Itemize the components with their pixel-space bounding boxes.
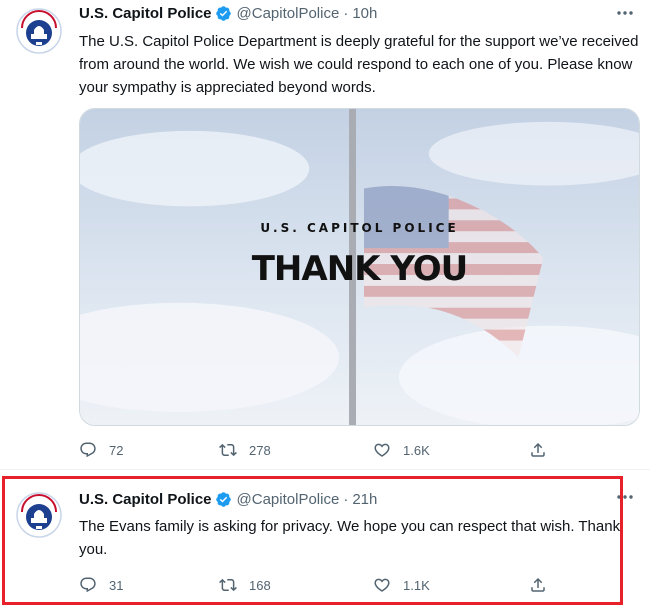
reply-button[interactable]: 72 — [79, 438, 123, 462]
tweet-text: The Evans family is asking for privacy. … — [79, 518, 621, 558]
retweet-count: 168 — [249, 577, 271, 593]
share-icon — [531, 442, 545, 457]
media-kicker-text: U.S. CAPITOL POLICE — [260, 221, 459, 235]
capitol-police-badge-icon — [14, 490, 64, 540]
retweet-icon — [219, 443, 237, 457]
tweet-header: U.S. Capitol Police @CapitolPolice · 21h — [79, 488, 377, 510]
reply-icon — [80, 442, 96, 458]
author-name[interactable]: U.S. Capitol Police — [79, 5, 212, 22]
author-handle[interactable]: @CapitolPolice — [237, 5, 340, 22]
more-icon[interactable] — [614, 4, 636, 22]
retweet-button[interactable]: 278 — [219, 438, 271, 462]
tweet-actions: 72 278 1.6K — [79, 438, 559, 462]
avatar[interactable] — [14, 6, 64, 56]
reply-count: 31 — [109, 577, 124, 593]
retweet-button[interactable]: 168 — [219, 573, 271, 597]
capitol-police-badge-icon — [14, 6, 64, 56]
share-icon — [531, 577, 545, 592]
tweet[interactable]: U.S. Capitol Police @CapitolPolice · 10h… — [0, 0, 650, 470]
reply-count: 72 — [109, 442, 124, 458]
retweet-count: 278 — [249, 442, 271, 458]
like-icon — [374, 578, 390, 592]
tweet-header: U.S. Capitol Police @CapitolPolice · 10h — [79, 2, 377, 24]
author-handle[interactable]: @CapitolPolice — [237, 491, 340, 508]
reply-button[interactable]: 31 — [79, 573, 123, 597]
like-count: 1.1K — [403, 577, 430, 593]
like-count: 1.6K — [403, 442, 430, 458]
separator-dot: · — [343, 490, 349, 508]
tweet-text: The U.S. Capitol Police Department is de… — [79, 33, 639, 96]
verified-badge-icon — [215, 491, 231, 507]
like-button[interactable]: 1.1K — [373, 573, 430, 597]
tweet-media[interactable]: U.S. CAPITOL POLICE THANK YOU — [79, 108, 640, 426]
share-button[interactable] — [529, 573, 559, 597]
timestamp[interactable]: 10h — [352, 5, 377, 22]
verified-badge-icon — [215, 5, 231, 21]
timestamp[interactable]: 21h — [352, 491, 377, 508]
tweet[interactable]: U.S. Capitol Police @CapitolPolice · 21h… — [0, 478, 650, 608]
reply-icon — [80, 577, 96, 593]
separator-dot: · — [343, 4, 349, 22]
share-button[interactable] — [529, 438, 559, 462]
like-icon — [374, 443, 390, 457]
media-headline-text: THANK YOU — [251, 249, 469, 289]
retweet-icon — [219, 578, 237, 592]
avatar[interactable] — [14, 490, 64, 540]
more-icon[interactable] — [614, 488, 636, 506]
like-button[interactable]: 1.6K — [373, 438, 430, 462]
tweet-actions: 31 168 1.1K — [79, 573, 559, 597]
author-name[interactable]: U.S. Capitol Police — [79, 491, 212, 508]
